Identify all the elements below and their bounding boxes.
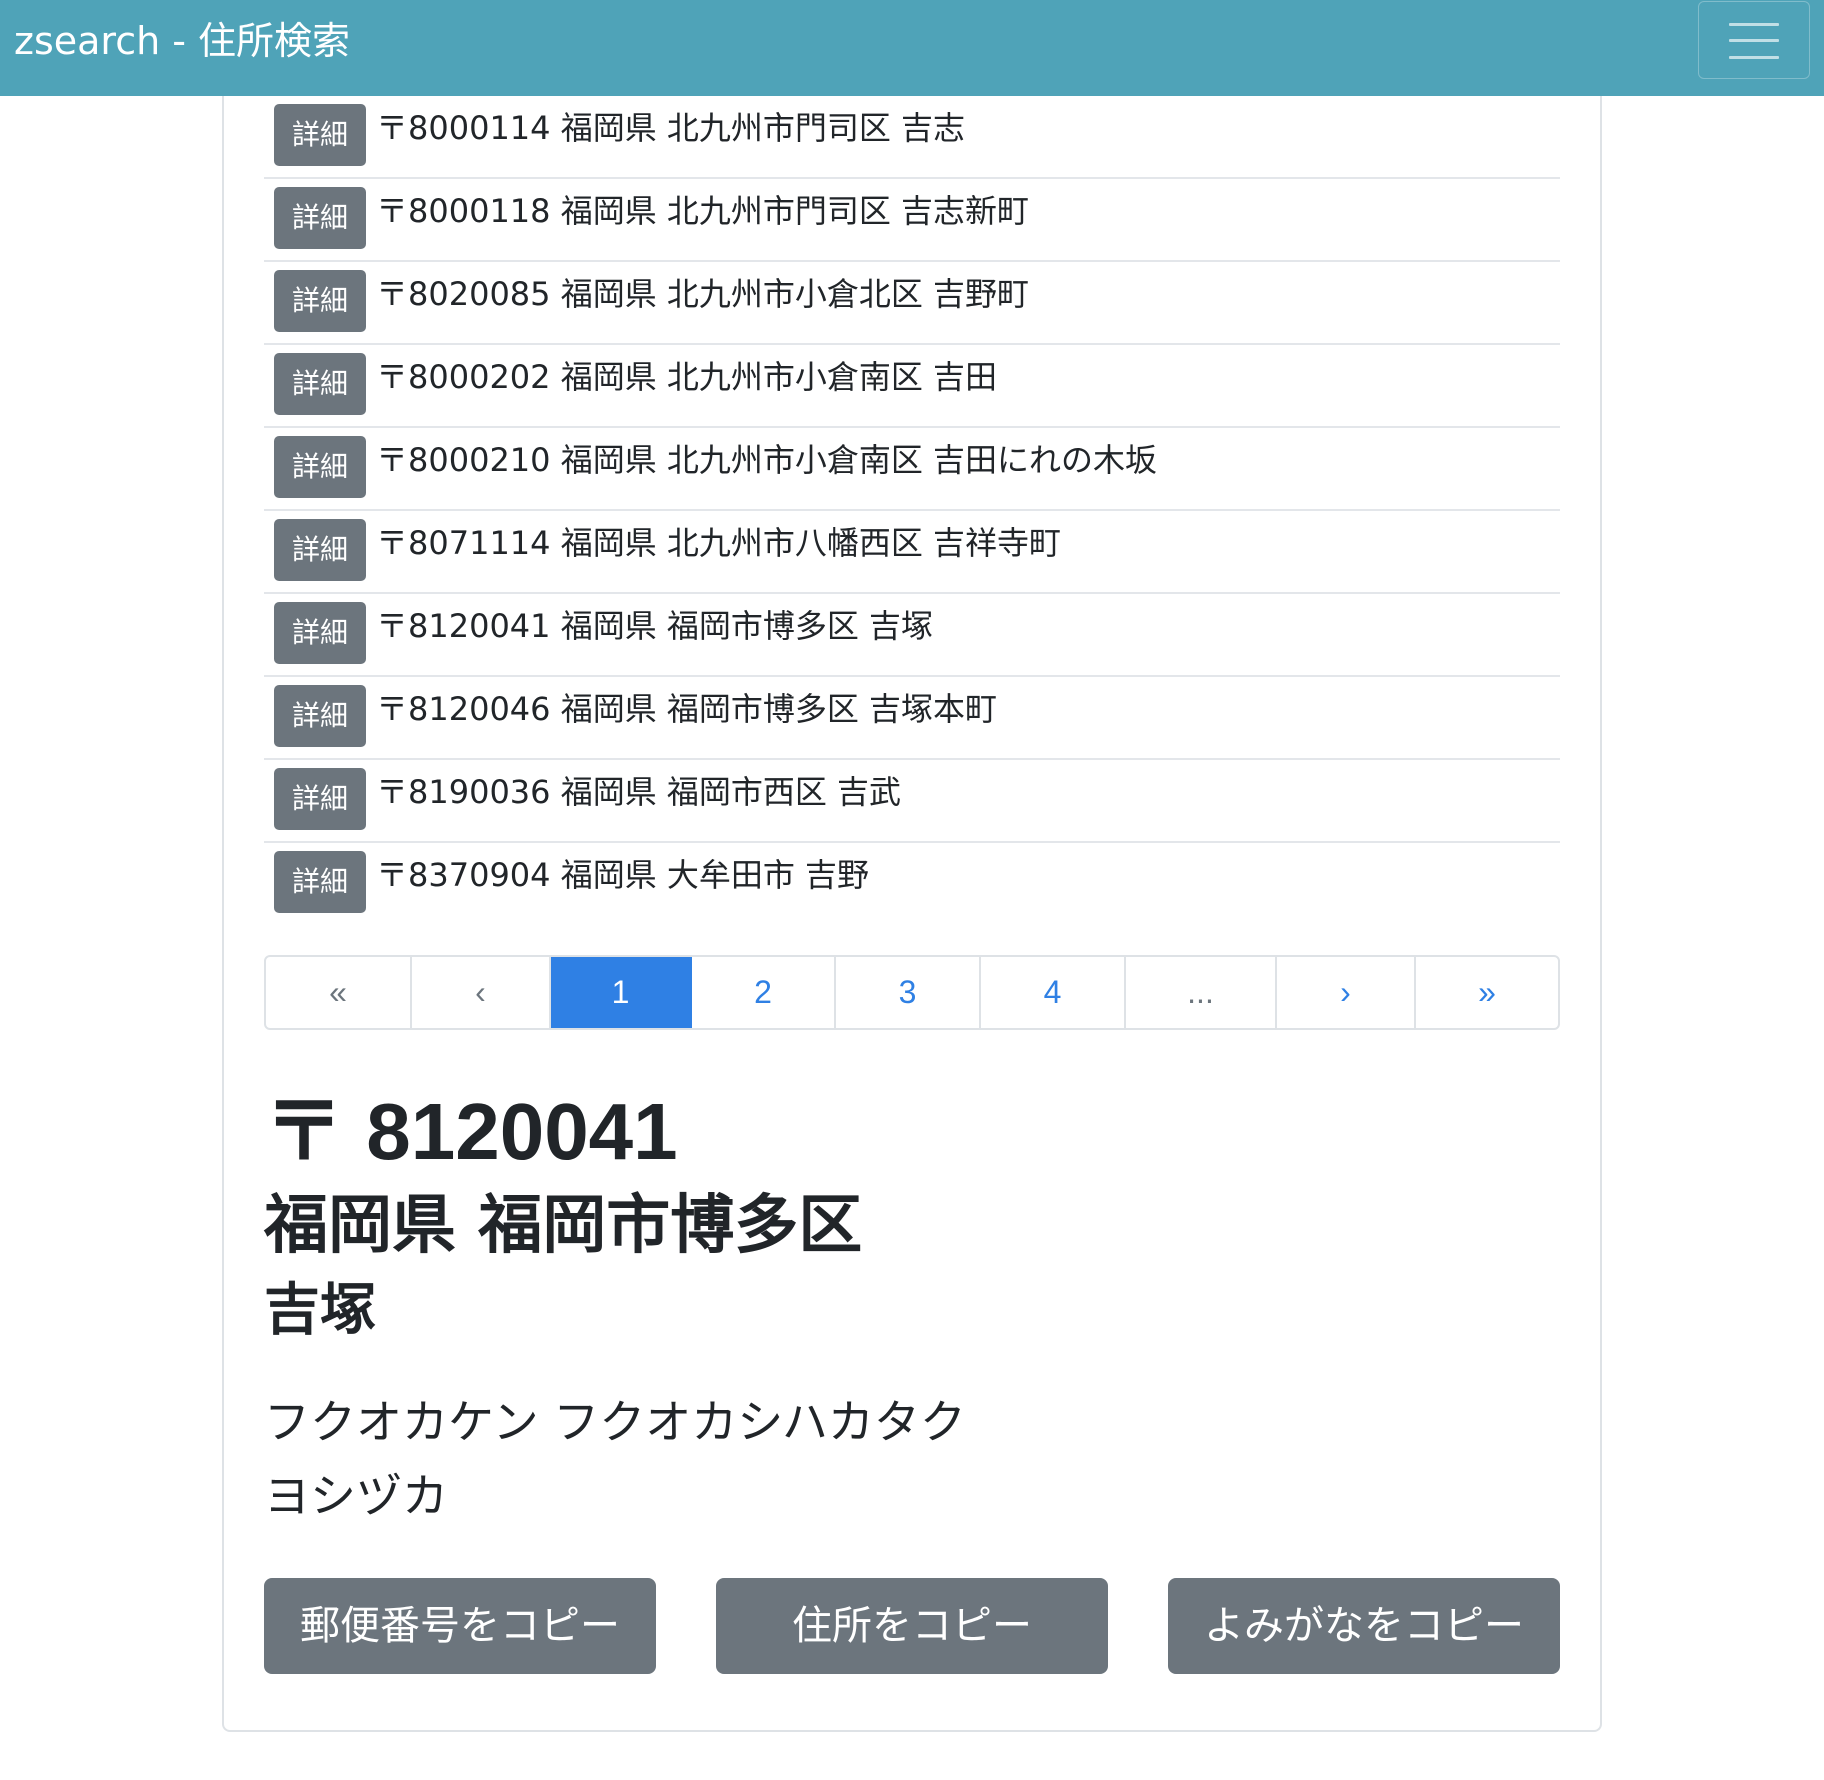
page-prev-button[interactable]: ‹ (412, 957, 551, 1028)
result-row: 詳細 〒8190036 福岡県 福岡市西区 吉武 (264, 760, 1560, 843)
result-address: 〒8000210 福岡県 北九州市小倉南区 吉田にれの木坂 (376, 441, 1158, 479)
pagination: « ‹ 1 2 3 4 ... › » (264, 955, 1560, 1030)
page-first-button[interactable]: « (266, 957, 412, 1028)
result-address: 〒8190036 福岡県 福岡市西区 吉武 (376, 773, 902, 811)
page-next-button[interactable]: › (1277, 957, 1416, 1028)
page-1-button[interactable]: 1 (551, 957, 692, 1028)
hamburger-icon (1729, 23, 1779, 26)
detail-button[interactable]: 詳細 (274, 602, 366, 664)
result-address: 〒8000114 福岡県 北九州市門司区 吉志 (376, 109, 966, 147)
result-row: 詳細 〒8000210 福岡県 北九州市小倉南区 吉田にれの木坂 (264, 428, 1560, 511)
detail-button[interactable]: 詳細 (274, 270, 366, 332)
result-row: 詳細 〒8000202 福岡県 北九州市小倉南区 吉田 (264, 345, 1560, 428)
kana-prefecture-city: フクオカケン フクオカシハカタク (264, 1395, 966, 1449)
prefecture-city: 福岡県 福岡市博多区 (264, 1189, 863, 1263)
navbar: zsearch - 住所検索 (0, 0, 1824, 96)
result-address: 〒8370904 福岡県 大牟田市 吉野 (376, 856, 870, 894)
result-row: 詳細 〒8000118 福岡県 北九州市門司区 吉志新町 (264, 179, 1560, 262)
navbar-brand[interactable]: zsearch - 住所検索 (14, 18, 350, 64)
detail-button[interactable]: 詳細 (274, 353, 366, 415)
result-row: 詳細 〒8370904 福岡県 大牟田市 吉野 (264, 843, 1560, 926)
page-4-button[interactable]: 4 (981, 957, 1126, 1028)
detail-button[interactable]: 詳細 (274, 436, 366, 498)
menu-toggle-button[interactable] (1698, 1, 1810, 79)
result-address: 〒8020085 福岡県 北九州市小倉北区 吉野町 (376, 275, 1030, 313)
detail-button[interactable]: 詳細 (274, 187, 366, 249)
result-row: 詳細 〒8120046 福岡県 福岡市博多区 吉塚本町 (264, 677, 1560, 760)
result-address: 〒8120046 福岡県 福岡市博多区 吉塚本町 (376, 690, 998, 728)
page-last-button[interactable]: » (1416, 957, 1558, 1028)
result-address: 〒8000202 福岡県 北九州市小倉南区 吉田 (376, 358, 998, 396)
kana-town: ヨシヅカ (264, 1469, 448, 1523)
results-list: 詳細 〒8000114 福岡県 北九州市門司区 吉志 詳細 〒8000118 福… (264, 96, 1560, 926)
detail-button[interactable]: 詳細 (274, 851, 366, 913)
detail-button[interactable]: 詳細 (274, 685, 366, 747)
copy-address-button[interactable]: 住所をコピー (716, 1578, 1108, 1674)
main-card: 詳細 〒8000114 福岡県 北九州市門司区 吉志 詳細 〒8000118 福… (222, 96, 1602, 1732)
hamburger-icon (1729, 56, 1779, 59)
result-row: 詳細 〒8000114 福岡県 北九州市門司区 吉志 (264, 96, 1560, 179)
result-address: 〒8071114 福岡県 北九州市八幡西区 吉祥寺町 (376, 524, 1062, 562)
town-name: 吉塚 (264, 1278, 376, 1343)
result-row: 詳細 〒8120041 福岡県 福岡市博多区 吉塚 (264, 594, 1560, 677)
copy-reading-button[interactable]: よみがなをコピー (1168, 1578, 1560, 1674)
result-row: 詳細 〒8020085 福岡県 北九州市小倉北区 吉野町 (264, 262, 1560, 345)
detail-button[interactable]: 詳細 (274, 768, 366, 830)
result-address: 〒8120041 福岡県 福岡市博多区 吉塚 (376, 607, 934, 645)
page-ellipsis: ... (1126, 957, 1277, 1028)
result-address: 〒8000118 福岡県 北九州市門司区 吉志新町 (376, 192, 1030, 230)
copy-postal-button[interactable]: 郵便番号をコピー (264, 1578, 656, 1674)
hamburger-icon (1729, 39, 1779, 42)
page-3-button[interactable]: 3 (836, 957, 981, 1028)
detail-button[interactable]: 詳細 (274, 104, 366, 166)
postal-code-heading: 〒 8120041 (264, 1087, 678, 1176)
result-row: 詳細 〒8071114 福岡県 北九州市八幡西区 吉祥寺町 (264, 511, 1560, 594)
page-2-button[interactable]: 2 (692, 957, 836, 1028)
detail-button[interactable]: 詳細 (274, 519, 366, 581)
